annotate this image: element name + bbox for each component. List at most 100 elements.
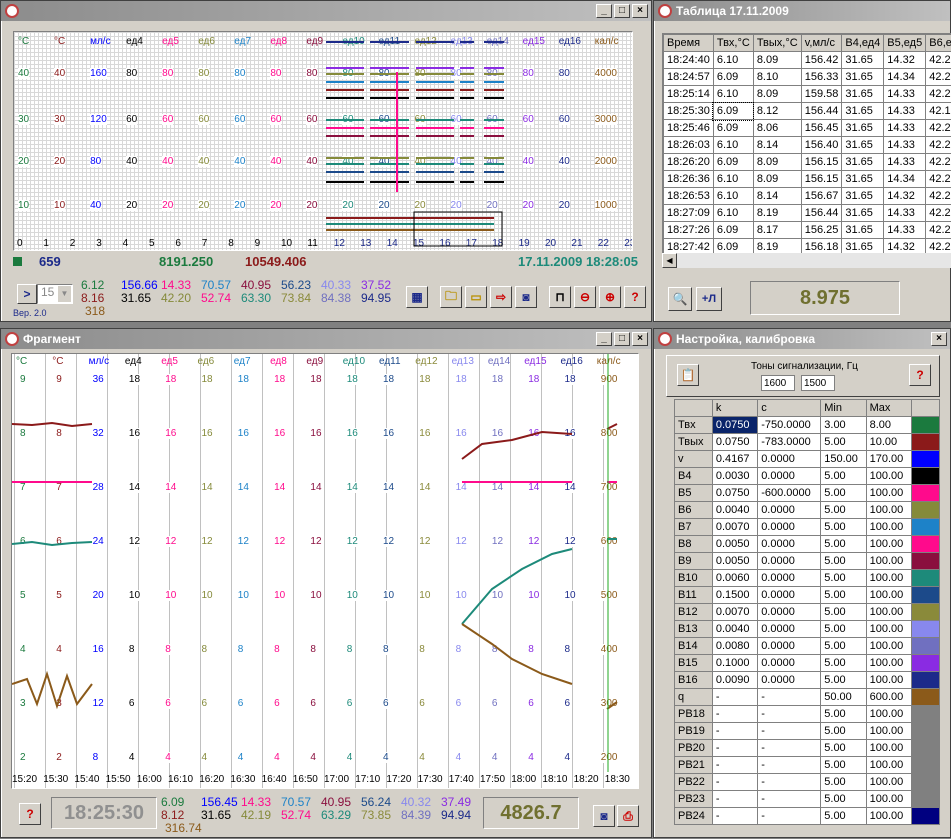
calib-cell[interactable]: - [712, 723, 757, 740]
table-row[interactable]: 18:26:366.108.09156.1531.6514.3442.20 [664, 171, 951, 188]
calib-cell[interactable]: 5.00 [821, 502, 866, 519]
table-cell[interactable]: 156.67 [801, 188, 842, 205]
calib-row[interactable]: B80.00500.00005.00100.00 [675, 536, 940, 553]
table-cell[interactable]: 6.10 [713, 52, 753, 69]
calib-cell[interactable]: 0.0040 [712, 502, 757, 519]
calib-cell[interactable]: 5.00 [821, 536, 866, 553]
table-cell[interactable]: 31.65 [842, 52, 884, 69]
table-cell[interactable]: 42.20 [926, 120, 951, 137]
next-button[interactable]: > [17, 284, 37, 304]
minimize-button[interactable]: _ [596, 332, 612, 346]
color-swatch[interactable] [912, 553, 940, 570]
calib-cell[interactable]: - [712, 757, 757, 774]
calib-cell[interactable]: 100.00 [866, 570, 911, 587]
folder-icon[interactable]: ▭ [465, 286, 487, 308]
calib-row[interactable]: B100.00600.00005.00100.00 [675, 570, 940, 587]
color-swatch[interactable] [912, 740, 940, 757]
calib-cell[interactable]: 100.00 [866, 536, 911, 553]
table-icon[interactable]: ▦ [406, 286, 428, 308]
table-cell[interactable]: 6.10 [713, 188, 753, 205]
color-swatch[interactable] [912, 604, 940, 621]
calib-cell[interactable]: 0.0000 [758, 604, 821, 621]
calib-cell[interactable]: - [712, 774, 757, 791]
table-cell[interactable]: 156.15 [801, 171, 842, 188]
calib-cell[interactable]: 0.0000 [758, 621, 821, 638]
camera-icon[interactable]: ◙ [515, 286, 537, 308]
calib-cell[interactable]: 5.00 [821, 808, 866, 825]
table-cell[interactable]: 42.19 [926, 103, 951, 120]
table-cell[interactable]: 14.33 [884, 86, 926, 103]
calib-cell[interactable]: - [758, 723, 821, 740]
calib-cell[interactable]: 5.00 [821, 655, 866, 672]
color-swatch[interactable] [912, 706, 940, 723]
calib-row[interactable]: PB19--5.00100.00 [675, 723, 940, 740]
calib-row[interactable]: B60.00400.00005.00100.00 [675, 502, 940, 519]
calib-cell[interactable]: 600.00 [866, 689, 911, 706]
calib-cell[interactable]: 100.00 [866, 604, 911, 621]
calib-cell[interactable]: 0.0050 [712, 536, 757, 553]
color-swatch[interactable] [912, 536, 940, 553]
fragment-titlebar[interactable]: Фрагмент _ □ × [1, 329, 651, 349]
calib-cell[interactable]: 0.0090 [712, 672, 757, 689]
table-cell[interactable]: 6.10 [713, 171, 753, 188]
calib-cell[interactable]: 0.0070 [712, 519, 757, 536]
color-swatch[interactable] [912, 519, 940, 536]
calib-cell[interactable]: 0.0030 [712, 468, 757, 485]
calib-cell[interactable]: 100.00 [866, 723, 911, 740]
color-swatch[interactable] [912, 655, 940, 672]
minimize-button[interactable]: _ [596, 4, 612, 18]
calib-cell[interactable]: 0.0050 [712, 553, 757, 570]
table-cell[interactable]: 156.33 [801, 69, 842, 86]
calib-cell[interactable]: 100.00 [866, 519, 911, 536]
calib-cell[interactable]: 100.00 [866, 553, 911, 570]
calib-cell[interactable]: 0.0060 [712, 570, 757, 587]
table-cell[interactable]: 156.45 [801, 120, 842, 137]
calib-cell[interactable]: 0.0000 [758, 536, 821, 553]
table-cell[interactable]: 6.09 [713, 154, 753, 171]
color-swatch[interactable] [912, 791, 940, 808]
table-header-cell[interactable]: Твых,°С [753, 35, 801, 52]
export-icon[interactable]: ⇨ [490, 286, 512, 308]
calib-cell[interactable]: 0.4167 [712, 451, 757, 468]
table-cell[interactable]: 42.20 [926, 137, 951, 154]
table-cell[interactable]: 8.14 [753, 137, 801, 154]
table-cell[interactable]: 8.14 [753, 188, 801, 205]
calib-cell[interactable]: - [758, 791, 821, 808]
calib-cell[interactable]: - [712, 706, 757, 723]
table-cell[interactable]: 42.20 [926, 205, 951, 222]
calib-cell[interactable]: - [758, 808, 821, 825]
calib-cell[interactable]: 3.00 [821, 417, 866, 434]
table-cell[interactable]: 14.33 [884, 154, 926, 171]
calib-cell[interactable]: - [758, 689, 821, 706]
table-cell[interactable]: 14.34 [884, 171, 926, 188]
table-cell[interactable]: 18:26:20 [664, 154, 714, 171]
color-swatch[interactable] [912, 468, 940, 485]
calib-cell[interactable]: - [712, 808, 757, 825]
calib-cell[interactable]: 0.0750 [712, 417, 757, 434]
table-titlebar[interactable]: Таблица 17.11.2009 [654, 1, 950, 21]
table-cell[interactable]: 42.20 [926, 69, 951, 86]
close-button[interactable]: × [632, 4, 648, 18]
calib-cell[interactable]: 5.00 [821, 604, 866, 621]
zoom-icon[interactable]: 🔍 [668, 287, 692, 311]
calib-row[interactable]: Твых0.0750-783.00005.0010.00 [675, 434, 940, 451]
help-button[interactable]: ? [624, 286, 646, 308]
table-header-cell[interactable]: Твх,°С [713, 35, 753, 52]
table-row[interactable]: 18:24:406.108.09156.4231.6514.3242.20 [664, 52, 951, 69]
calib-cell[interactable]: 170.00 [866, 451, 911, 468]
color-swatch[interactable] [912, 723, 940, 740]
calib-cell[interactable]: 5.00 [821, 791, 866, 808]
table-cell[interactable]: 18:25:30 [664, 103, 714, 120]
table-cell[interactable]: 159.58 [801, 86, 842, 103]
table-cell[interactable]: 31.65 [842, 188, 884, 205]
table-cell[interactable]: 18:26:53 [664, 188, 714, 205]
table-row[interactable]: 18:25:466.098.06156.4531.6514.3342.20 [664, 120, 951, 137]
color-swatch[interactable] [912, 621, 940, 638]
table-cell[interactable]: 42.20 [926, 222, 951, 239]
color-swatch[interactable] [912, 485, 940, 502]
calib-row[interactable]: B110.15000.00005.00100.00 [675, 587, 940, 604]
calib-row[interactable]: B150.10000.00005.00100.00 [675, 655, 940, 672]
table-cell[interactable]: 6.09 [713, 69, 753, 86]
table-cell[interactable]: 14.32 [884, 188, 926, 205]
calib-cell[interactable]: 100.00 [866, 706, 911, 723]
